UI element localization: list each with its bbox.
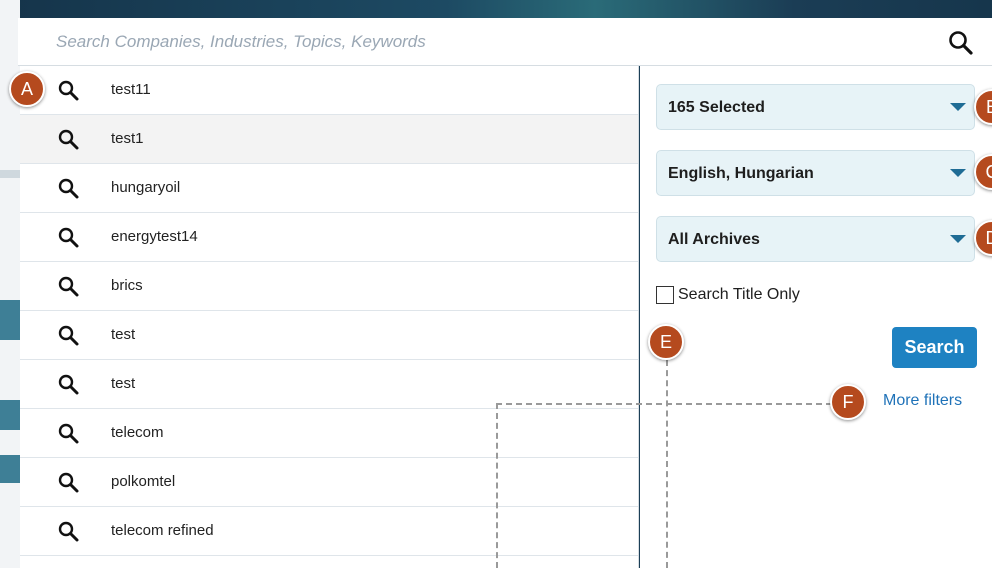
suggestion-label: test [111,326,136,343]
search-bar [18,18,992,66]
callout-line [496,403,832,405]
suggestion-label: test [111,375,136,392]
archives-value: All Archives [668,231,760,248]
annotation-badge-e: E [648,324,684,360]
suggestion-item[interactable]: test [20,311,638,360]
search-icon [58,325,79,346]
search-title-only-checkbox[interactable] [656,286,674,304]
search-icon [58,178,79,199]
callout-line [496,403,498,568]
search-icon [58,276,79,297]
callout-line [666,360,668,568]
suggestion-item[interactable]: test1 [20,115,638,164]
sources-dropdown[interactable]: 165 Selected [656,84,975,130]
background-stripe [0,455,20,483]
header-banner [0,0,992,20]
search-icon [58,472,79,493]
caret-down-icon [950,235,966,243]
suggestion-label: hungaryoil [111,179,181,196]
more-filters-link[interactable]: More filters [883,392,962,410]
search-input[interactable] [56,28,916,56]
search-icon[interactable] [946,28,976,58]
languages-dropdown[interactable]: English, Hungarian [656,150,975,196]
suggestion-label: telecom refined [111,522,214,539]
suggestion-item[interactable]: hungaryoil [20,164,638,213]
search-button[interactable]: Search [892,327,977,368]
suggestion-label: brics [111,277,143,294]
suggestion-item[interactable]: polkomtel [20,458,638,507]
search-title-only-label: Search Title Only [678,286,800,303]
suggestion-list: test11 test1 hungaryoil energytest14 bri… [20,66,639,568]
annotation-badge-a: A [9,71,45,107]
suggestion-item[interactable]: telecom refined [20,507,638,556]
suggestion-item[interactable]: test [20,360,638,409]
caret-down-icon [950,103,966,111]
languages-value: English, Hungarian [668,165,814,182]
search-icon [58,227,79,248]
suggestion-label: polkomtel [111,473,176,490]
suggestion-item[interactable]: brics [20,262,638,311]
search-icon [58,521,79,542]
annotation-badge-f: F [830,384,866,420]
search-icon [58,423,79,444]
search-icon [58,80,79,101]
background-stripe [0,300,20,340]
suggestion-label: test11 [111,81,151,98]
background-stripe [0,400,20,430]
archives-dropdown[interactable]: All Archives [656,216,975,262]
search-icon [58,374,79,395]
suggestion-label: telecom [111,424,164,441]
suggestion-label: test1 [111,130,144,147]
search-title-only: Search Title Only [656,284,800,306]
filter-panel: 165 Selected English, Hungarian All Arch… [640,66,992,568]
search-icon [58,129,79,150]
background-stripe [0,170,20,178]
caret-down-icon [950,169,966,177]
suggestion-label: energytest14 [111,228,198,245]
sources-value: 165 Selected [668,99,765,116]
suggestion-item[interactable]: energytest14 [20,213,638,262]
suggestion-item[interactable]: telecom [20,409,638,458]
suggestion-item[interactable]: test11 [20,66,638,115]
